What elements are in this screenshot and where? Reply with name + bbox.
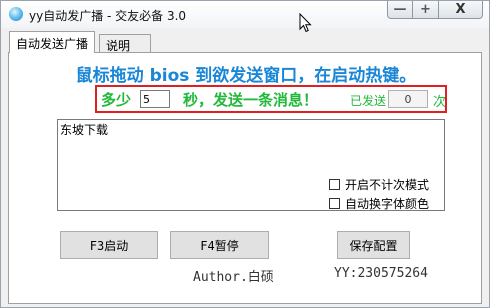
- author-label: Author.白硕: [193, 270, 274, 285]
- pause-button[interactable]: F4暂停: [170, 231, 269, 259]
- minimize-icon: —: [393, 2, 407, 17]
- tab-auto-broadcast[interactable]: 自动发送广播: [9, 31, 95, 53]
- window-title: yy自动发广播 - 交友必备 3.0: [29, 9, 187, 23]
- tab-panel: 鼠标拖动 bios 到欲发送窗口，在启动热键。 多少 5 秒，发送一条消息！ 已…: [8, 52, 482, 304]
- interval-seconds-input[interactable]: 5: [140, 90, 170, 108]
- mouse-cursor-icon: [299, 13, 312, 33]
- save-config-button[interactable]: 保存配置: [337, 231, 410, 259]
- close-icon: X: [455, 2, 466, 17]
- yy-id-label: YY:230575264: [334, 266, 428, 281]
- option-label: 自动换字体颜色: [345, 197, 430, 211]
- sent-label: 已发送: [350, 94, 387, 108]
- checkbox[interactable]: [329, 198, 340, 209]
- instruction-headline: 鼠标拖动 bios 到欲发送窗口，在启动热键。: [75, 66, 417, 86]
- app-icon: [9, 7, 23, 21]
- start-button[interactable]: F3启动: [60, 231, 158, 259]
- sent-unit-label: 次: [433, 95, 447, 110]
- option-auto-font-color[interactable]: 自动换字体颜色: [329, 195, 429, 212]
- sent-count-field: 0: [388, 90, 428, 108]
- tab-help[interactable]: 说明: [99, 34, 151, 53]
- close-button[interactable]: X: [439, 1, 483, 19]
- interval-suffix-label: 秒，发送一条消息！: [183, 91, 319, 109]
- title-bar[interactable]: yy自动发广播 - 交友必备 3.0 — + X: [1, 1, 489, 33]
- maximize-icon: +: [420, 2, 431, 17]
- option-label: 开启不计次模式: [345, 178, 430, 192]
- minimize-button[interactable]: —: [387, 1, 413, 19]
- interval-prefix-label: 多少: [101, 91, 132, 109]
- option-no-count-mode[interactable]: 开启不计次模式: [329, 176, 429, 193]
- checkbox[interactable]: [329, 179, 340, 190]
- maximize-button[interactable]: +: [413, 1, 439, 19]
- interval-group: 多少 5 秒，发送一条消息！ 已发送 0 次: [95, 85, 447, 113]
- app-window: yy自动发广播 - 交友必备 3.0 — + X 自动发送广播 说明 鼠标拖动 …: [0, 0, 490, 308]
